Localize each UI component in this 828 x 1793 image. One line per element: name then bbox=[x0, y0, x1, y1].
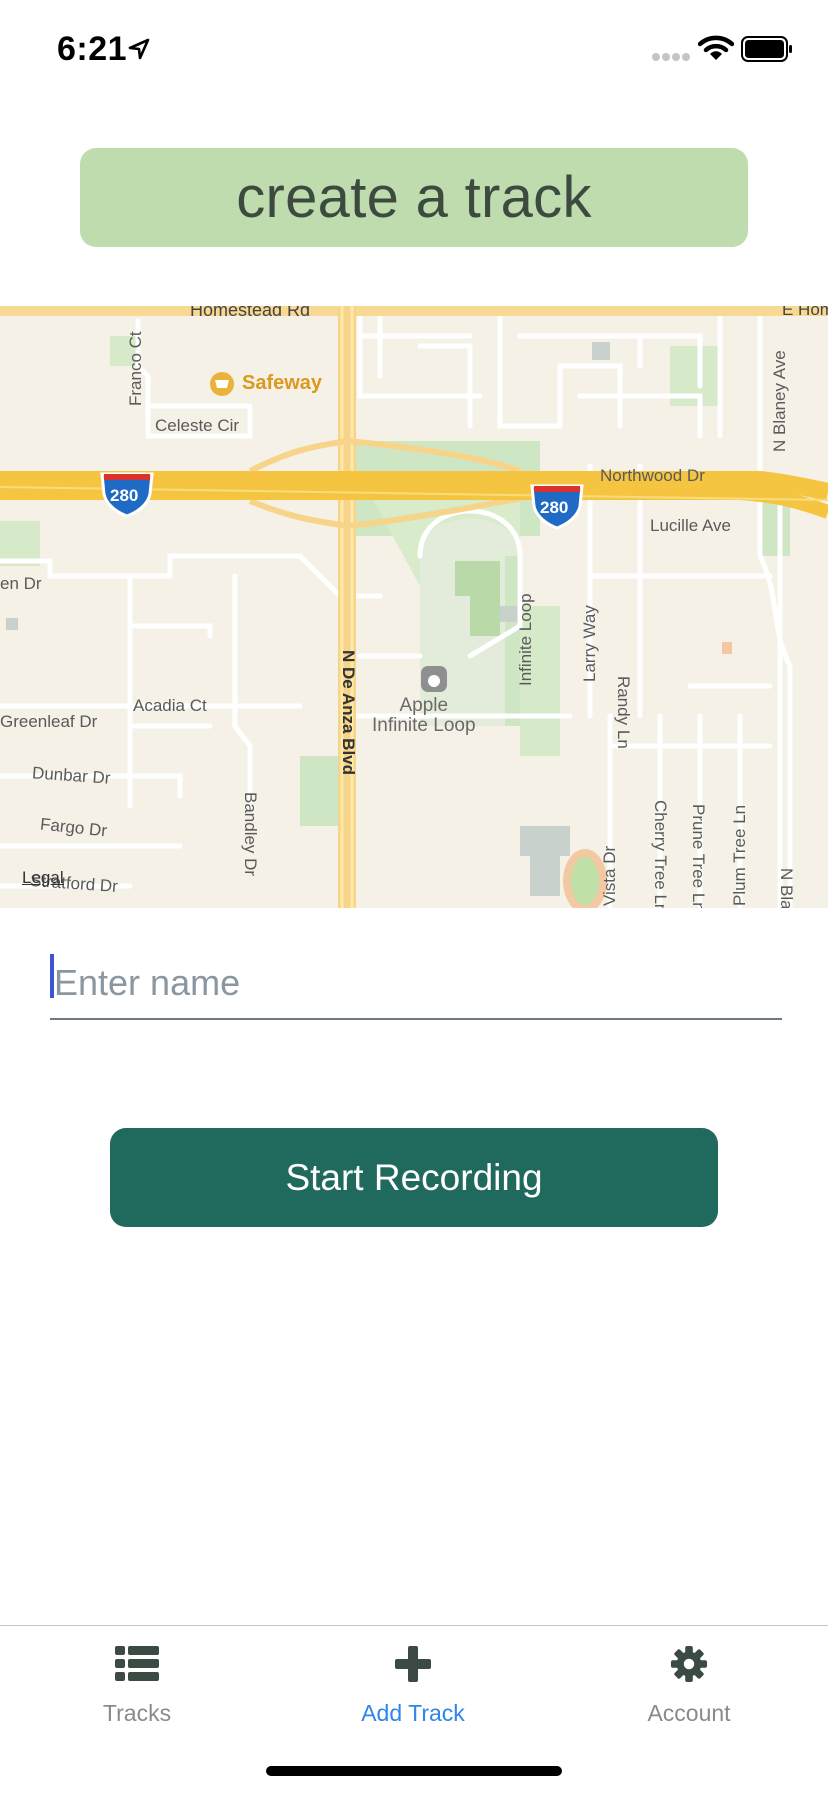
street-label-larry: Larry Way bbox=[580, 605, 599, 682]
poi-safeway-label[interactable]: Safeway bbox=[242, 372, 322, 395]
battery-icon bbox=[741, 36, 792, 62]
street-label-plum-tree: Plum Tree Ln bbox=[730, 804, 749, 906]
status-time: 6:21 bbox=[57, 30, 128, 68]
tab-label: Tracks bbox=[102, 1700, 172, 1726]
street-label-n-blaney: N Blaney Ave bbox=[770, 350, 789, 452]
street-label-homestead: Homestead Rd bbox=[190, 306, 311, 320]
highway-shield-label: 280 bbox=[110, 486, 139, 505]
street-label-n-bla: N Bla bbox=[777, 868, 796, 908]
tab-tracks[interactable]: Tracks bbox=[37, 1644, 237, 1727]
track-name-input[interactable] bbox=[50, 948, 782, 1020]
status-bar: 6:21 bbox=[0, 0, 828, 100]
cellular-signal-icon bbox=[652, 53, 690, 61]
home-indicator[interactable] bbox=[266, 1766, 562, 1776]
plus-icon bbox=[395, 1646, 431, 1682]
page-title: create a track bbox=[80, 148, 748, 247]
map-view[interactable]: 280 280 Safeway Apple Infinite Loop Home… bbox=[0, 306, 828, 908]
street-label-bandley: Bandley Dr bbox=[241, 792, 260, 877]
street-label-acadia: Acadia Ct bbox=[133, 696, 207, 715]
street-label-northwood: Northwood Dr bbox=[600, 466, 705, 485]
poi-apple-label[interactable]: Apple Infinite Loop bbox=[372, 696, 476, 736]
tab-label: Account bbox=[647, 1700, 731, 1726]
street-label-prune-tree: Prune Tree Ln bbox=[689, 804, 708, 908]
wifi-icon bbox=[698, 35, 734, 60]
street-label-en-dr: en Dr bbox=[0, 574, 42, 593]
street-label-infinite-loop: Infinite Loop bbox=[516, 593, 535, 686]
tab-add-track[interactable]: Add Track bbox=[313, 1644, 513, 1727]
highway-shield-label: 280 bbox=[540, 498, 569, 517]
street-label-e-hom: E Hom bbox=[782, 306, 828, 319]
tab-label: Add Track bbox=[361, 1700, 465, 1726]
start-recording-button[interactable]: Start Recording bbox=[110, 1128, 718, 1227]
tab-account[interactable]: Account bbox=[589, 1644, 789, 1727]
street-label-vista: Vista Dr bbox=[600, 845, 619, 906]
map-legal-link[interactable]: Legal bbox=[22, 868, 64, 888]
street-label-franco: Franco Ct bbox=[126, 331, 145, 406]
street-label-celeste: Celeste Cir bbox=[155, 416, 240, 435]
gear-icon bbox=[670, 1645, 708, 1683]
street-label-greenleaf: Greenleaf Dr bbox=[0, 712, 98, 731]
street-label-cherry-tree: Cherry Tree Ln bbox=[651, 800, 670, 908]
street-label-lucille: Lucille Ave bbox=[650, 516, 731, 535]
text-cursor bbox=[50, 954, 54, 998]
location-arrow-icon bbox=[128, 38, 150, 60]
list-icon bbox=[115, 1646, 159, 1681]
street-label-randy: Randy Ln bbox=[614, 676, 633, 749]
street-label-de-anza: N De Anza Blvd bbox=[339, 650, 358, 776]
